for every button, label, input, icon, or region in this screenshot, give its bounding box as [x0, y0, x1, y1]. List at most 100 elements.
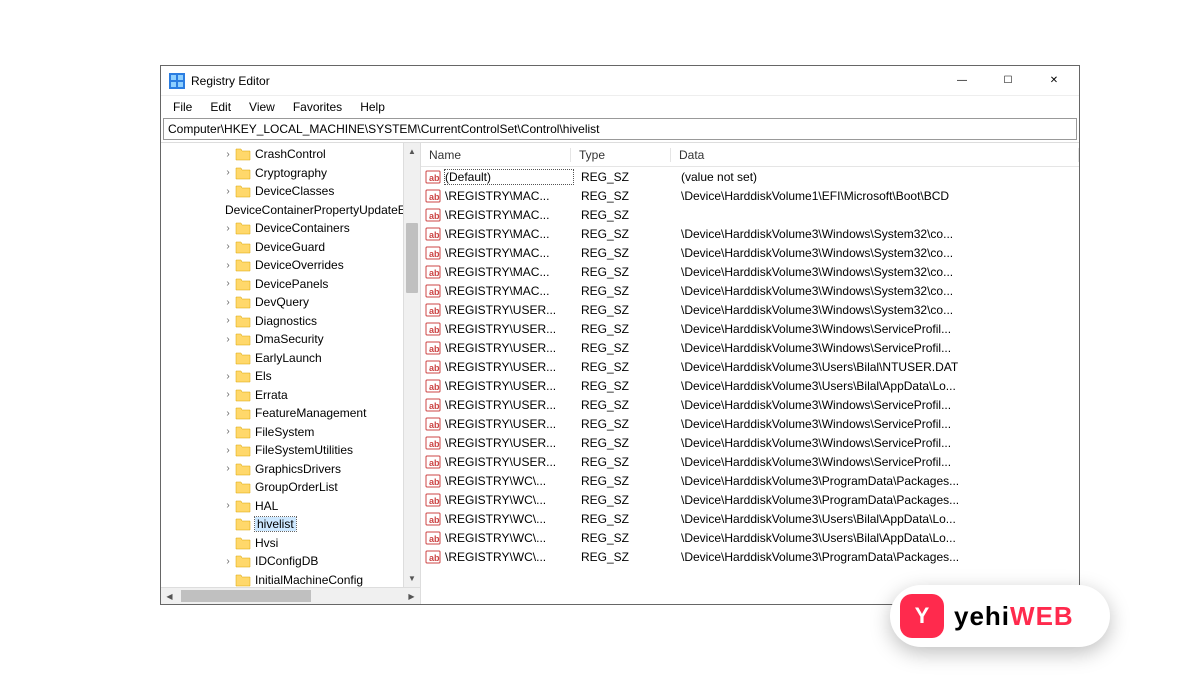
value-row[interactable]: ab\REGISTRY\WC\...REG_SZ\Device\Harddisk…: [421, 471, 1079, 490]
tree-item[interactable]: hivelist: [161, 515, 420, 534]
chevron-right-icon[interactable]: ›: [221, 445, 235, 456]
menu-file[interactable]: File: [165, 98, 200, 116]
string-value-icon: ab: [425, 397, 441, 413]
chevron-right-icon[interactable]: ›: [221, 500, 235, 511]
value-row[interactable]: ab\REGISTRY\MAC...REG_SZ: [421, 205, 1079, 224]
tree-item[interactable]: ›HAL: [161, 497, 420, 516]
value-row[interactable]: ab\REGISTRY\WC\...REG_SZ\Device\Harddisk…: [421, 509, 1079, 528]
string-value-icon: ab: [425, 473, 441, 489]
scroll-down-icon[interactable]: ▼: [404, 570, 420, 587]
value-row[interactable]: ab\REGISTRY\USER...REG_SZ\Device\Harddis…: [421, 395, 1079, 414]
value-row[interactable]: ab\REGISTRY\USER...REG_SZ\Device\Harddis…: [421, 376, 1079, 395]
string-value-icon: ab: [425, 549, 441, 565]
chevron-right-icon[interactable]: ›: [221, 408, 235, 419]
chevron-right-icon[interactable]: ›: [221, 241, 235, 252]
value-data: \Device\HarddiskVolume3\Windows\ServiceP…: [673, 322, 1079, 336]
chevron-right-icon[interactable]: ›: [221, 167, 235, 178]
value-data: \Device\HarddiskVolume3\ProgramData\Pack…: [673, 550, 1079, 564]
value-row[interactable]: ab\REGISTRY\MAC...REG_SZ\Device\Harddisk…: [421, 262, 1079, 281]
scroll-left-icon[interactable]: ◀: [161, 588, 178, 604]
tree-item[interactable]: EarlyLaunch: [161, 349, 420, 368]
tree-item[interactable]: ›DmaSecurity: [161, 330, 420, 349]
value-row[interactable]: ab\REGISTRY\MAC...REG_SZ\Device\Harddisk…: [421, 243, 1079, 262]
tree-item[interactable]: ›IDConfigDB: [161, 552, 420, 571]
tree-item[interactable]: ›GraphicsDrivers: [161, 460, 420, 479]
value-row[interactable]: ab\REGISTRY\WC\...REG_SZ\Device\Harddisk…: [421, 547, 1079, 566]
value-row[interactable]: ab\REGISTRY\USER...REG_SZ\Device\Harddis…: [421, 319, 1079, 338]
value-row[interactable]: ab\REGISTRY\MAC...REG_SZ\Device\Harddisk…: [421, 186, 1079, 205]
tree-item[interactable]: ›Cryptography: [161, 164, 420, 183]
scroll-thumb[interactable]: [406, 223, 418, 293]
column-type[interactable]: Type: [571, 148, 671, 162]
tree-item[interactable]: Hvsi: [161, 534, 420, 553]
menu-favorites[interactable]: Favorites: [285, 98, 350, 116]
tree-item[interactable]: GroupOrderList: [161, 478, 420, 497]
tree-item[interactable]: ›Els: [161, 367, 420, 386]
value-type: REG_SZ: [573, 227, 673, 241]
column-data[interactable]: Data: [671, 148, 1079, 162]
string-value-icon: ab: [425, 454, 441, 470]
value-data: \Device\HarddiskVolume3\Windows\ServiceP…: [673, 398, 1079, 412]
tree-item[interactable]: ›DevQuery: [161, 293, 420, 312]
chevron-right-icon[interactable]: ›: [221, 278, 235, 289]
chevron-right-icon[interactable]: ›: [221, 371, 235, 382]
chevron-right-icon[interactable]: ›: [221, 186, 235, 197]
chevron-right-icon[interactable]: ›: [221, 556, 235, 567]
tree-vertical-scrollbar[interactable]: ▲ ▼: [403, 143, 420, 587]
chevron-right-icon[interactable]: ›: [221, 426, 235, 437]
tree-item[interactable]: ›Diagnostics: [161, 312, 420, 331]
tree-item[interactable]: ›Errata: [161, 386, 420, 405]
value-row[interactable]: ab\REGISTRY\MAC...REG_SZ\Device\Harddisk…: [421, 281, 1079, 300]
column-name[interactable]: Name: [421, 148, 571, 162]
value-row[interactable]: ab\REGISTRY\MAC...REG_SZ\Device\Harddisk…: [421, 224, 1079, 243]
tree-item[interactable]: ›DeviceContainers: [161, 219, 420, 238]
menu-view[interactable]: View: [241, 98, 283, 116]
value-data: \Device\HarddiskVolume3\Users\Bilal\AppD…: [673, 379, 1079, 393]
minimize-button[interactable]: —: [939, 67, 985, 95]
chevron-right-icon[interactable]: ›: [221, 315, 235, 326]
value-row[interactable]: ab\REGISTRY\WC\...REG_SZ\Device\Harddisk…: [421, 490, 1079, 509]
value-row[interactable]: ab(Default)REG_SZ(value not set): [421, 167, 1079, 186]
value-data: \Device\HarddiskVolume3\ProgramData\Pack…: [673, 474, 1079, 488]
tree-item[interactable]: ›CrashControl: [161, 145, 420, 164]
tree-item[interactable]: ›DeviceOverrides: [161, 256, 420, 275]
registry-tree[interactable]: ›CrashControl›Cryptography›DeviceClasses…: [161, 143, 420, 587]
value-data: \Device\HarddiskVolume3\Windows\ServiceP…: [673, 417, 1079, 431]
tree-item[interactable]: ›DeviceClasses: [161, 182, 420, 201]
value-row[interactable]: ab\REGISTRY\USER...REG_SZ\Device\Harddis…: [421, 338, 1079, 357]
chevron-right-icon[interactable]: ›: [221, 463, 235, 474]
value-type: REG_SZ: [573, 284, 673, 298]
chevron-right-icon[interactable]: ›: [221, 389, 235, 400]
values-list[interactable]: ab(Default)REG_SZ(value not set)ab\REGIS…: [421, 167, 1079, 604]
tree-item[interactable]: InitialMachineConfig: [161, 571, 420, 588]
tree-item[interactable]: ›FileSystemUtilities: [161, 441, 420, 460]
tree-item[interactable]: ›DeviceGuard: [161, 238, 420, 257]
scroll-right-icon[interactable]: ▶: [403, 588, 420, 604]
chevron-right-icon[interactable]: ›: [221, 149, 235, 160]
value-row[interactable]: ab\REGISTRY\USER...REG_SZ\Device\Harddis…: [421, 433, 1079, 452]
chevron-right-icon[interactable]: ›: [221, 260, 235, 271]
value-row[interactable]: ab\REGISTRY\USER...REG_SZ\Device\Harddis…: [421, 414, 1079, 433]
chevron-right-icon[interactable]: ›: [221, 334, 235, 345]
tree-horizontal-scrollbar[interactable]: ◀ ▶: [161, 587, 420, 604]
folder-icon: [235, 295, 251, 309]
tree-item[interactable]: DeviceContainerPropertyUpdateEvents: [161, 201, 420, 220]
tree-item[interactable]: ›DevicePanels: [161, 275, 420, 294]
value-row[interactable]: ab\REGISTRY\USER...REG_SZ\Device\Harddis…: [421, 452, 1079, 471]
maximize-button[interactable]: ☐: [985, 67, 1031, 95]
menu-help[interactable]: Help: [352, 98, 393, 116]
close-button[interactable]: ✕: [1031, 67, 1077, 95]
chevron-right-icon[interactable]: ›: [221, 223, 235, 234]
tree-item[interactable]: ›FileSystem: [161, 423, 420, 442]
tree-item-label: Hvsi: [255, 536, 278, 550]
tree-item[interactable]: ›FeatureManagement: [161, 404, 420, 423]
scroll-up-icon[interactable]: ▲: [404, 143, 420, 160]
value-row[interactable]: ab\REGISTRY\WC\...REG_SZ\Device\Harddisk…: [421, 528, 1079, 547]
chevron-right-icon[interactable]: ›: [221, 297, 235, 308]
value-row[interactable]: ab\REGISTRY\USER...REG_SZ\Device\Harddis…: [421, 300, 1079, 319]
menu-edit[interactable]: Edit: [202, 98, 239, 116]
value-row[interactable]: ab\REGISTRY\USER...REG_SZ\Device\Harddis…: [421, 357, 1079, 376]
scroll-thumb-h[interactable]: [181, 590, 311, 602]
svg-text:ab: ab: [429, 344, 440, 354]
address-bar[interactable]: Computer\HKEY_LOCAL_MACHINE\SYSTEM\Curre…: [163, 118, 1077, 140]
